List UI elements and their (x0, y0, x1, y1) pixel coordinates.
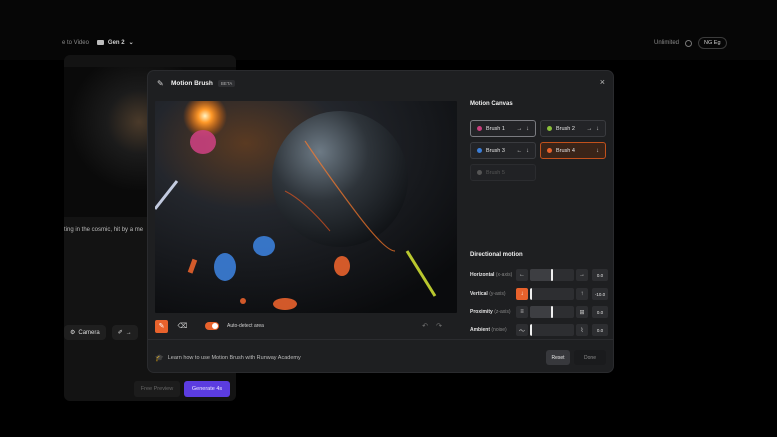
ambient-slider[interactable] (530, 324, 574, 336)
tool-bar: ⚙ Camera ✐ → (64, 325, 138, 340)
directional-motion-title: Directional motion (470, 252, 523, 258)
vertical-slider[interactable] (530, 288, 574, 300)
proximity-value[interactable]: 0.0 (592, 306, 608, 318)
noise-high-icon[interactable]: ⌇ (576, 324, 588, 336)
close-icon[interactable]: × (600, 77, 605, 87)
noise-low-icon[interactable]: 〜 (516, 324, 528, 336)
planet-scene (155, 101, 457, 313)
done-button[interactable]: Done (574, 350, 606, 365)
brush-1-button[interactable]: Brush 1 → ↓ (470, 120, 536, 137)
brush-4-label: Brush 4 (556, 147, 575, 154)
auto-detect-label: Auto-detect area (227, 323, 264, 329)
move-away-icon[interactable]: ≡ (516, 306, 528, 318)
brush-1-label: Brush 1 (486, 125, 505, 132)
move-closer-icon[interactable]: ⊞ (576, 306, 588, 318)
arrow-down-icon[interactable]: ↓ (516, 288, 528, 300)
vertical-label: Vertical (y-axis) (470, 291, 506, 297)
canvas-tool-row: ✎ ⌫ Auto-detect area ↶ ↷ (155, 319, 457, 333)
horizontal-label: Horizontal (x-axis) (470, 272, 513, 278)
brush-5-button: Brush 5 (470, 164, 536, 181)
academy-link-label: Learn how to use Motion Brush with Runwa… (167, 355, 301, 361)
arrow-up-icon[interactable]: ↑ (576, 288, 588, 300)
brush-4-dot (547, 148, 552, 153)
brush-3-mask-2 (214, 253, 236, 281)
brush-3-label: Brush 3 (486, 147, 505, 154)
brush-3-button[interactable]: Brush 3 ← ↓ (470, 142, 536, 159)
footer-divider (148, 339, 613, 340)
motion-canvas-image[interactable] (155, 101, 457, 313)
plan-area: Unlimited NG Eg (654, 37, 727, 49)
brush-icon: ✎ (158, 323, 165, 330)
planet (272, 111, 408, 247)
motion-settings: Motion Canvas Brush 1 → ↓ Brush 2 → ↓ Br… (470, 101, 608, 336)
motion-canvas-title: Motion Canvas (470, 101, 513, 107)
auto-detect-toggle[interactable] (205, 322, 219, 330)
camera-icon: ⚙ (70, 330, 76, 336)
brush-1-direction: → ↓ (516, 125, 530, 132)
arrow-icon: → (125, 329, 132, 336)
brush-2-direction: → ↓ (586, 125, 600, 132)
academy-icon: 🎓 (155, 355, 164, 362)
camera-button[interactable]: ⚙ Camera (64, 325, 106, 340)
proximity-label: Proximity (z-axis) (470, 309, 511, 315)
brush-2-label: Brush 2 (556, 125, 575, 132)
camera-label: Camera (78, 329, 100, 336)
brush-4-mask (334, 256, 350, 276)
breadcrumb-current[interactable]: Gen 2 ⌄ (96, 39, 134, 46)
reset-button[interactable]: Reset (546, 350, 570, 365)
brush-5-label: Brush 5 (486, 169, 505, 176)
brush-4-mask-4 (240, 298, 246, 304)
ambient-value[interactable]: 0.0 (592, 324, 608, 336)
brush-3-direction: ← ↓ (516, 147, 530, 154)
brush-5-dot (477, 170, 482, 175)
brush-4-button[interactable]: Brush 4 ↓ (540, 142, 606, 159)
brush-2-dot (547, 126, 552, 131)
brush-3-mask (253, 236, 275, 256)
brush-1-dot (477, 126, 482, 131)
ambient-label: Ambient (noise) (470, 327, 507, 333)
brush-4-mask-2 (273, 298, 297, 310)
modal-title: Motion Brush (171, 79, 213, 87)
breadcrumb-current-label: Gen 2 (107, 39, 125, 46)
brush-3-dot (477, 148, 482, 153)
horizontal-row: Horizontal (x-axis) ← → 0.0 (470, 268, 608, 282)
ambient-row: Ambient (noise) 〜 ⌇ 0.0 (470, 323, 608, 337)
redo-icon[interactable]: ↷ (436, 322, 442, 330)
motion-brush-button[interactable]: ✐ → (111, 325, 138, 340)
academy-link[interactable]: 🎓 Learn how to use Motion Brush with Run… (155, 354, 301, 362)
chevron-down-icon: ⌄ (128, 40, 134, 46)
free-preview-button[interactable]: Free Preview (134, 381, 180, 397)
modal-header: ✎ Motion Brush BETA × (148, 71, 613, 95)
arrow-right-icon[interactable]: → (576, 269, 588, 281)
arrow-left-icon[interactable]: ← (516, 269, 528, 281)
prompt-text[interactable]: ting in the cosmic, hit by a me (64, 227, 143, 233)
plan-label: Unlimited (654, 40, 680, 46)
proximity-row: Proximity (z-axis) ≡ ⊞ 0.0 (470, 305, 608, 319)
brush-icon: ✐ (117, 330, 123, 336)
motion-brush-icon: ✎ (157, 78, 164, 88)
beta-badge: BETA (217, 79, 236, 87)
vertical-row: Vertical (y-axis) ↓ ↑ -10.0 (470, 287, 608, 301)
top-bar (0, 0, 777, 60)
proximity-slider[interactable] (530, 306, 574, 318)
brush-tool-button[interactable]: ✎ (155, 319, 168, 333)
vertical-value[interactable]: -10.0 (592, 288, 608, 300)
motion-brush-modal: ✎ Motion Brush BETA × ✎ ⌫ Auto-detect ar… (148, 71, 613, 372)
brush-4-direction: ↓ (596, 147, 600, 154)
breadcrumb: e to Video Gen 2 ⌄ (62, 39, 134, 47)
generate-button[interactable]: Generate 4s (184, 381, 230, 397)
brush-2-button[interactable]: Brush 2 → ↓ (540, 120, 606, 137)
horizontal-value[interactable]: 0.0 (592, 269, 608, 281)
brush-1-mask (190, 130, 216, 154)
eraser-tool-button[interactable]: ⌫ (176, 320, 189, 333)
folder-icon (96, 40, 104, 45)
horizontal-slider[interactable] (530, 269, 574, 281)
undo-icon[interactable]: ↶ (422, 322, 428, 330)
info-icon[interactable] (685, 39, 693, 47)
eraser-icon: ⌫ (177, 323, 188, 330)
action-buttons: Free Preview Generate 4s (134, 381, 230, 397)
language-pill[interactable]: NG Eg (698, 37, 727, 49)
breadcrumb-prev[interactable]: e to Video (62, 40, 89, 46)
